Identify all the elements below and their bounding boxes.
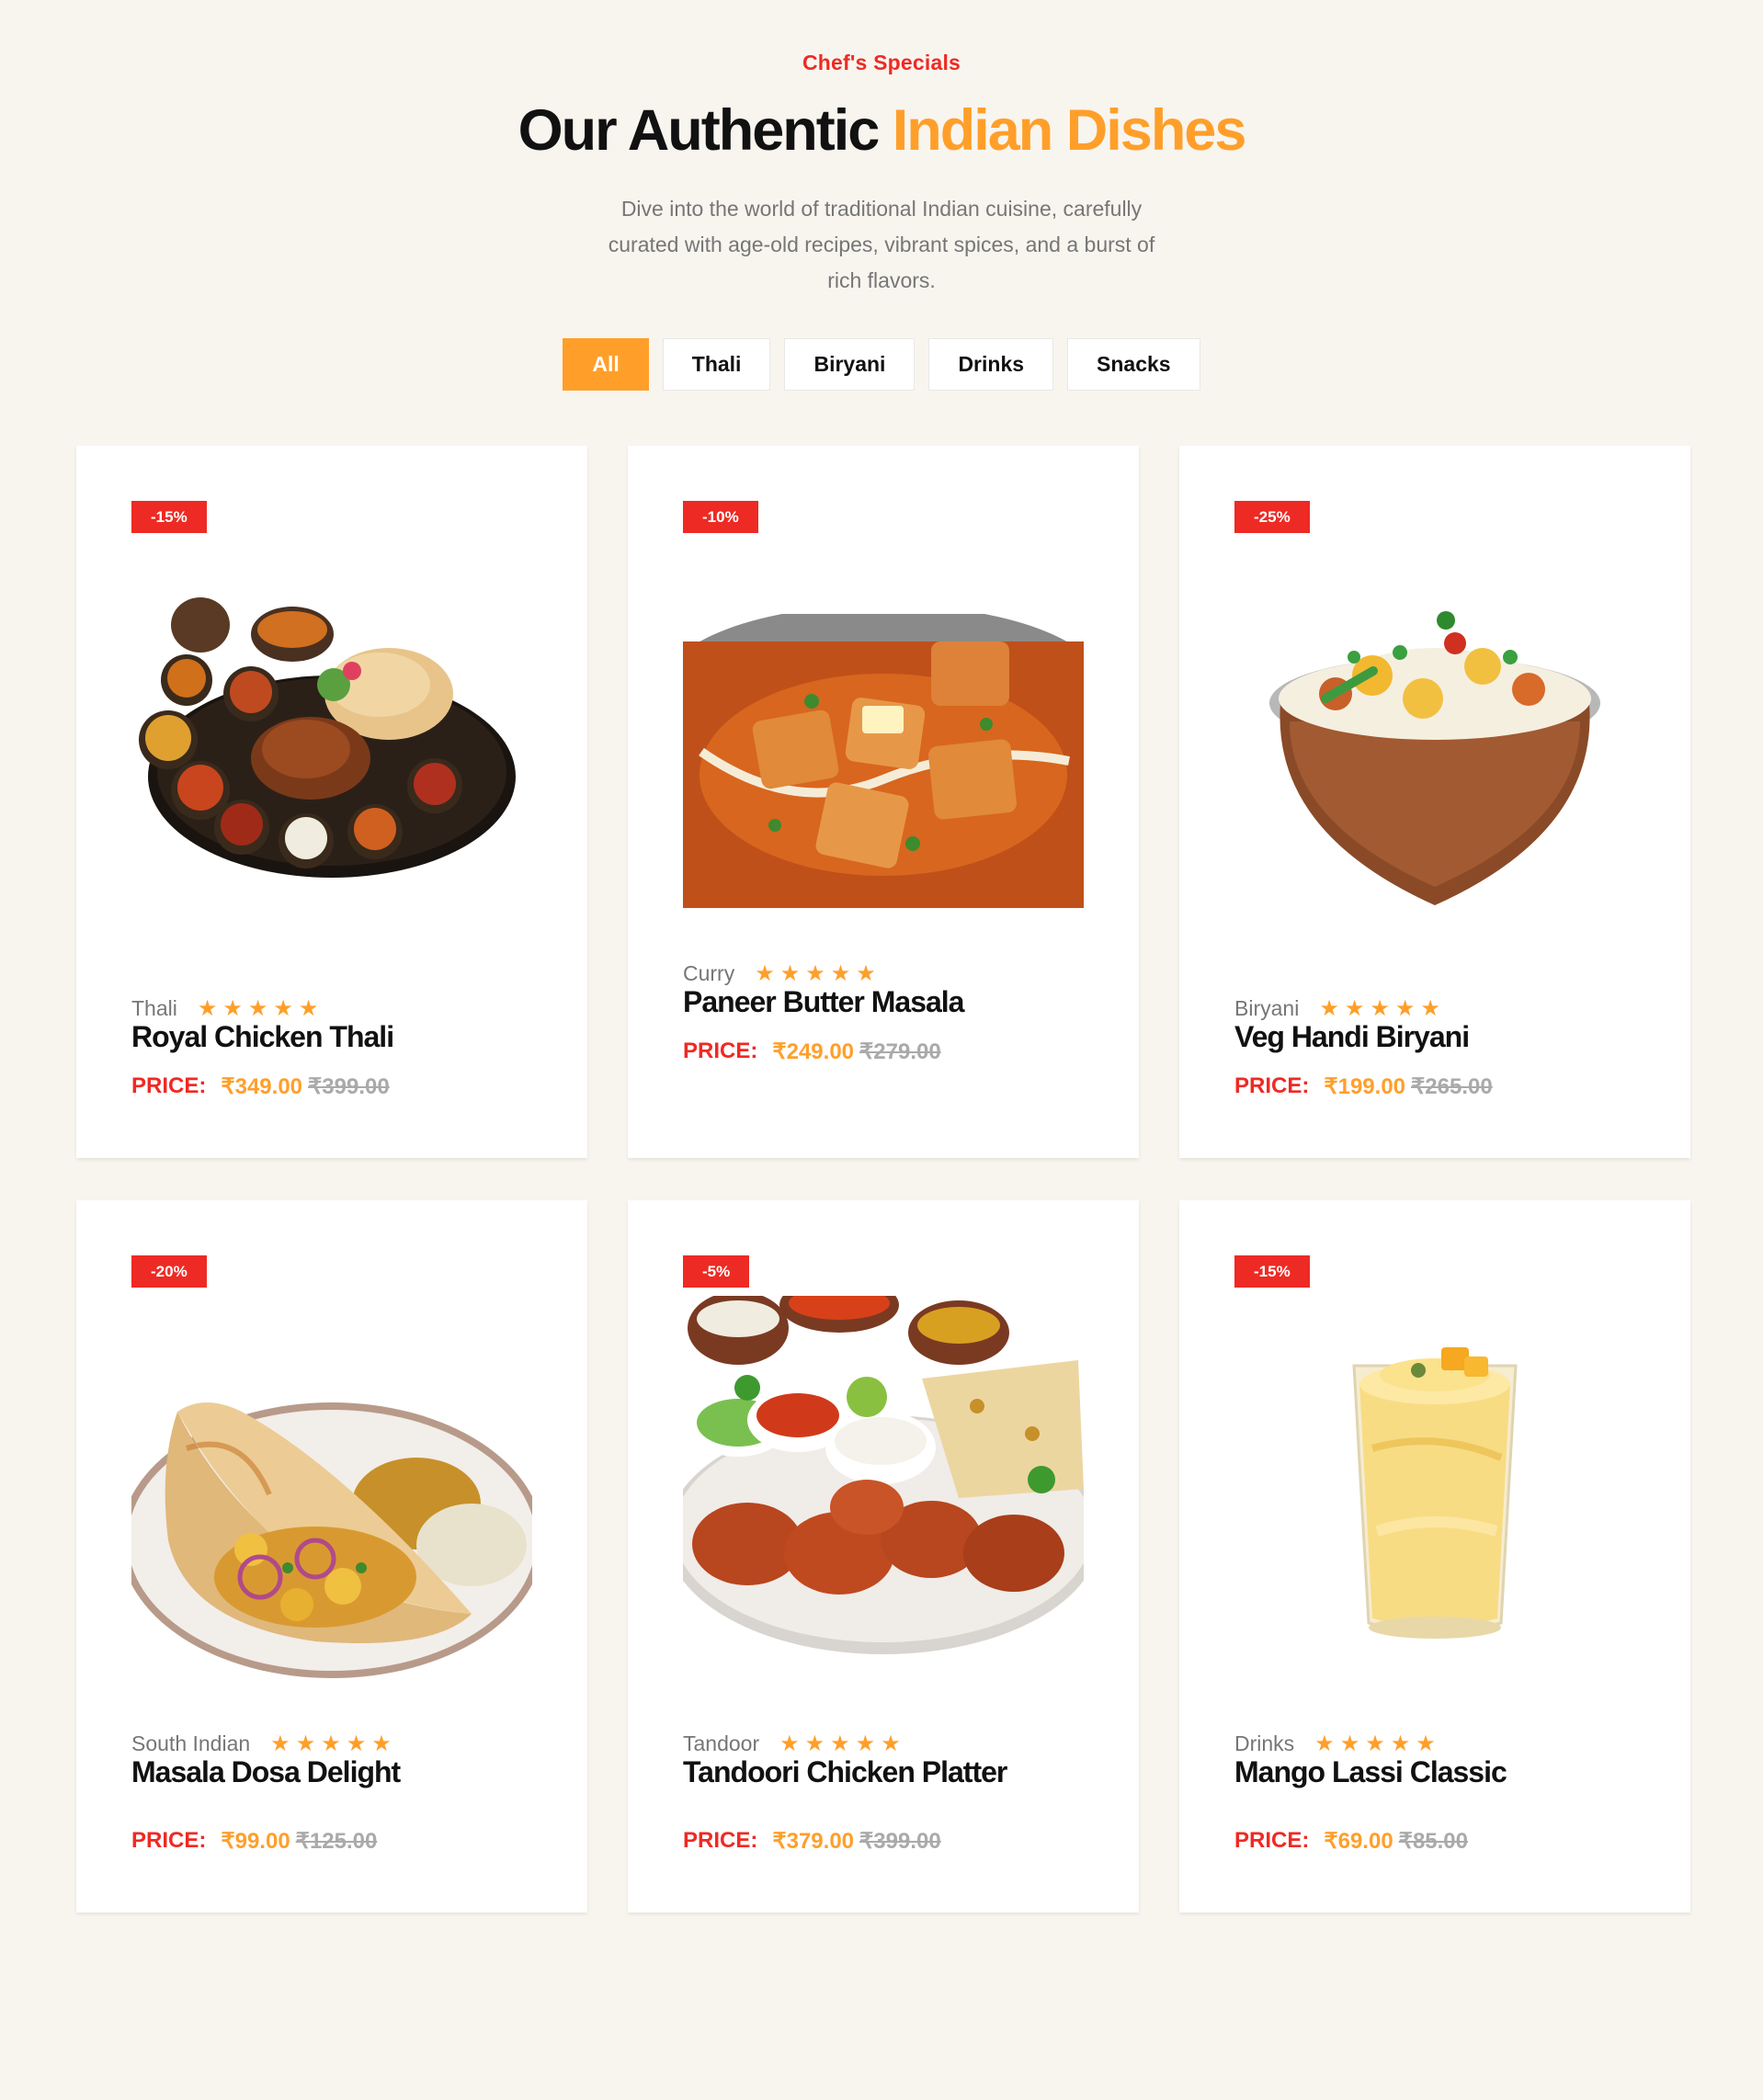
dish-category: Tandoor: [683, 1731, 760, 1755]
original-price: ₹399.00: [308, 1074, 390, 1099]
price-row: PRICE: ₹99.00 ₹125.00: [131, 1828, 377, 1855]
price-label: PRICE:: [1234, 1073, 1310, 1098]
price-label: PRICE:: [131, 1073, 207, 1098]
dish-meta: Thali ★★★★★: [131, 995, 324, 1021]
price-label: PRICE:: [131, 1828, 207, 1853]
masala-dosa-image: [131, 1402, 532, 1678]
discount-badge: -25%: [1234, 501, 1310, 533]
dish-meta: Curry ★★★★★: [683, 960, 882, 986]
filter-drinks[interactable]: Drinks: [928, 338, 1054, 391]
dish-meta: Drinks ★★★★★: [1234, 1731, 1441, 1756]
price-row: PRICE: ₹199.00 ₹265.00: [1234, 1073, 1493, 1100]
dish-name[interactable]: Mango Lassi Classic: [1234, 1755, 1507, 1789]
filter-tabs: All Thali Biryani Drinks Snacks: [0, 338, 1763, 391]
section-title: Our Authentic Indian Dishes: [0, 94, 1763, 167]
rating-stars: ★★★★★: [1319, 995, 1446, 1021]
dish-meta: Biryani ★★★★★: [1234, 995, 1446, 1021]
dish-category: South Indian: [131, 1731, 251, 1755]
discount-badge: -5%: [683, 1255, 750, 1288]
filter-all[interactable]: All: [563, 338, 649, 391]
current-price: ₹379.00: [772, 1829, 855, 1854]
discount-badge: -10%: [683, 501, 758, 533]
rating-stars: ★★★★★: [270, 1731, 397, 1756]
dish-card-tandoori-chicken-platter[interactable]: -5% Tandoor ★★★★★ Tandoori Chicken Platt…: [628, 1200, 1139, 1913]
biryani-handi-image: [1269, 611, 1600, 905]
original-price: ₹265.00: [1411, 1074, 1493, 1099]
current-price: ₹99.00: [221, 1829, 290, 1854]
discount-badge: -15%: [131, 501, 207, 533]
dish-card-masala-dosa-delight[interactable]: -20% South Indian ★★★★★ Masala Dosa Deli…: [76, 1200, 587, 1913]
rating-stars: ★★★★★: [1314, 1731, 1441, 1756]
dish-category: Curry: [683, 960, 735, 985]
title-main: Our Authentic: [518, 98, 893, 163]
dish-name[interactable]: Veg Handi Biryani: [1234, 1020, 1470, 1054]
price-row: PRICE: ₹249.00 ₹279.00: [683, 1039, 941, 1065]
price-row: PRICE: ₹349.00 ₹399.00: [131, 1073, 390, 1100]
dish-category: Thali: [131, 995, 177, 1020]
dish-card-royal-chicken-thali[interactable]: -15% Thali ★★★★★ Royal Chicken Thali PRI…: [76, 446, 587, 1158]
dish-card-paneer-butter-masala[interactable]: -10% Curry ★★★★★ Paneer Butter Masala PR…: [628, 446, 1139, 1158]
price-row: PRICE: ₹379.00 ₹399.00: [683, 1828, 941, 1855]
current-price: ₹249.00: [772, 1039, 855, 1064]
rating-stars: ★★★★★: [755, 960, 882, 986]
rating-stars: ★★★★★: [779, 1731, 906, 1756]
original-price: ₹125.00: [295, 1829, 378, 1854]
original-price: ₹85.00: [1398, 1829, 1468, 1854]
filter-snacks[interactable]: Snacks: [1067, 338, 1200, 391]
filter-biryani[interactable]: Biryani: [784, 338, 916, 391]
tandoori-platter-image: [683, 1296, 1084, 1654]
title-accent: Indian Dishes: [892, 98, 1247, 163]
dish-name[interactable]: Paneer Butter Masala: [683, 985, 964, 1019]
current-price: ₹199.00: [1324, 1074, 1406, 1099]
filter-thali[interactable]: Thali: [662, 338, 771, 391]
mango-lassi-image: [1352, 1347, 1518, 1639]
dish-meta: Tandoor ★★★★★: [683, 1731, 906, 1756]
price-row: PRICE: ₹69.00 ₹85.00: [1234, 1828, 1468, 1855]
price-label: PRICE:: [1234, 1828, 1310, 1853]
dish-name[interactable]: Masala Dosa Delight: [131, 1755, 401, 1789]
thali-plate-image: [139, 597, 516, 878]
price-label: PRICE:: [683, 1039, 758, 1063]
discount-badge: -15%: [1234, 1255, 1310, 1288]
paneer-curry-image: [683, 614, 1084, 908]
discount-badge: -20%: [131, 1255, 207, 1288]
original-price: ₹399.00: [859, 1829, 941, 1854]
dish-name[interactable]: Tandoori Chicken Platter: [683, 1755, 1007, 1789]
rating-stars: ★★★★★: [197, 995, 324, 1021]
price-label: PRICE:: [683, 1828, 758, 1853]
section-description: Dive into the world of traditional India…: [608, 197, 1155, 292]
dish-card-veg-handi-biryani[interactable]: -25% Biryani ★★★★★ Veg Handi Biryani PRI…: [1179, 446, 1690, 1158]
current-price: ₹349.00: [221, 1074, 303, 1099]
dish-card-mango-lassi-classic[interactable]: -15% Drinks ★★★★★ Mango Lassi Classic PR…: [1179, 1200, 1690, 1913]
dish-name[interactable]: Royal Chicken Thali: [131, 1020, 394, 1054]
dish-meta: South Indian ★★★★★: [131, 1731, 397, 1756]
current-price: ₹69.00: [1324, 1829, 1393, 1854]
original-price: ₹279.00: [859, 1039, 941, 1064]
dish-category: Drinks: [1234, 1731, 1295, 1755]
dish-category: Biryani: [1234, 995, 1300, 1020]
section-eyebrow: Chef's Specials: [802, 51, 961, 74]
